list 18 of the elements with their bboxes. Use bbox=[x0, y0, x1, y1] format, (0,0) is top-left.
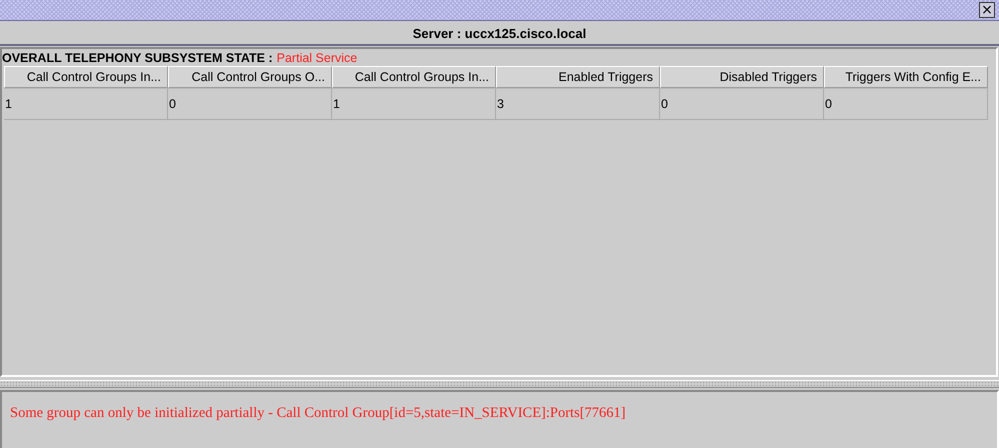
error-message: Some group can only be initialized partially - Call Control Group[id=5,state=IN_SERVICE]:Ports[77661] bbox=[10, 405, 626, 421]
table-cell: 0 bbox=[824, 88, 988, 120]
splitter-handle[interactable] bbox=[0, 380, 999, 388]
column-header[interactable]: Call Control Groups In... bbox=[332, 66, 496, 88]
state-value: Partial Service bbox=[276, 50, 358, 64]
table-cell: 3 bbox=[496, 88, 660, 120]
column-header[interactable]: Disabled Triggers bbox=[660, 66, 824, 88]
close-button[interactable]: × bbox=[979, 2, 995, 18]
column-header[interactable]: Triggers With Config E... bbox=[824, 66, 988, 88]
table-cell: 1 bbox=[4, 88, 168, 120]
column-header[interactable]: Call Control Groups O... bbox=[168, 66, 332, 88]
table-cell: 0 bbox=[660, 88, 824, 120]
table-cell: 0 bbox=[168, 88, 332, 120]
column-header[interactable]: Call Control Groups In... bbox=[4, 66, 168, 88]
column-header[interactable]: Enabled Triggers bbox=[496, 66, 660, 88]
state-label: OVERALL TELEPHONY SUBSYSTEM STATE : bbox=[2, 50, 273, 64]
server-title: Server : uccx125.cisco.local bbox=[0, 23, 999, 46]
table-cell: 1 bbox=[332, 88, 496, 120]
